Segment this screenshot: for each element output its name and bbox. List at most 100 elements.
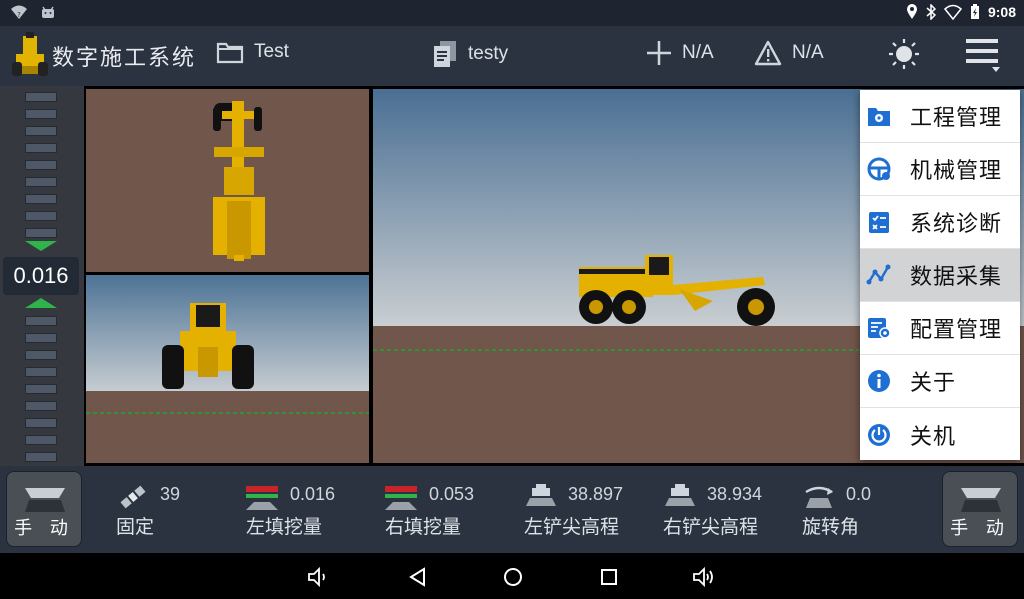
data-points-icon: [866, 264, 891, 285]
blade-tip-icon: [665, 484, 695, 506]
diagnosis-clipboard-icon: [869, 212, 889, 233]
android-icon: [42, 6, 54, 18]
menu-item-about[interactable]: 关于: [860, 355, 1020, 408]
menu-item-configuration[interactable]: 配置管理: [860, 302, 1020, 355]
app-title: 数字施工系统: [52, 46, 197, 71]
brightness-icon[interactable]: [887, 37, 921, 71]
volume-down-icon[interactable]: [306, 565, 330, 589]
status-panel: 手 动 39 固定 0.016 左填挖量 0.053 右填挖量 38.897 左…: [0, 466, 1024, 553]
ladder-segment: [25, 228, 57, 238]
wifi-unknown-icon: ?: [11, 5, 27, 19]
blade-icon: [961, 488, 1001, 512]
folder-icon: [216, 42, 244, 64]
clock: 9:08: [987, 4, 1016, 20]
info-icon: [868, 370, 890, 392]
ladder-segment: [25, 452, 57, 462]
rotation-value: 0.0: [846, 484, 872, 504]
grader-front-view: [86, 275, 369, 463]
ladder-segment: [25, 435, 57, 445]
menu-icon[interactable]: [964, 35, 1004, 75]
right-blade-elevation-stat: 38.934 右铲尖高程: [663, 482, 793, 542]
satellite-status-label: 固定: [116, 516, 155, 538]
precision-value: N/A: [682, 42, 714, 63]
menu-item-machine-management[interactable]: 机械管理: [860, 143, 1020, 196]
menu-item-shutdown[interactable]: 关机: [860, 408, 1020, 461]
menu-item-label: 配置管理: [910, 318, 1003, 343]
menu-item-system-diagnosis[interactable]: 系统诊断: [860, 196, 1020, 249]
rotation-stat: 0.0 旋转角: [802, 482, 932, 542]
ladder-segment: [25, 211, 57, 221]
ladder-segment: [25, 92, 57, 102]
app-header: 数字施工系统 Test testy N/A N/A: [0, 26, 1024, 86]
menu-item-data-collection[interactable]: 数据采集: [860, 249, 1020, 302]
ladder-segment: [25, 126, 57, 136]
ladder-segment: [25, 194, 57, 204]
top-view-panel[interactable]: [86, 89, 369, 272]
ladder-segment: [25, 177, 57, 187]
warning-indicator: N/A: [754, 40, 824, 66]
right-blade-elevation-label: 右铲尖高程: [663, 516, 759, 538]
grader-top-view: [213, 101, 265, 261]
rotation-label: 旋转角: [802, 516, 860, 538]
ladder-segment: [25, 350, 57, 360]
location-icon: [906, 4, 917, 19]
file-selector[interactable]: testy: [432, 40, 508, 68]
right-cut-fill-value: 0.053: [429, 484, 475, 504]
home-icon[interactable]: [501, 565, 525, 589]
right-cut-fill-label: 右填挖量: [385, 516, 462, 538]
ladder-segment: [25, 384, 57, 394]
wifi-icon: [943, 4, 962, 20]
svg-text:?: ?: [17, 11, 21, 19]
ladder-segment: [25, 367, 57, 377]
left-cut-fill-label: 左填挖量: [246, 516, 323, 538]
ladder-segment: [25, 418, 57, 428]
menu-item-label: 系统诊断: [910, 212, 1003, 237]
right-mode-button[interactable]: 手 动: [942, 471, 1018, 547]
satellite-icon: [120, 485, 146, 509]
right-mode-label: 手 动: [950, 518, 1010, 539]
battery-charging-icon: [970, 4, 979, 19]
menu-item-label: 机械管理: [910, 159, 1003, 184]
project-name: Test: [254, 41, 289, 62]
recents-icon[interactable]: [597, 565, 621, 589]
status-bar: ? 9:08: [0, 0, 1024, 26]
ladder-segment: [25, 160, 57, 170]
document-icon: [434, 41, 456, 67]
warning-value: N/A: [792, 42, 824, 63]
ladder-segment: [25, 333, 57, 343]
cut-fill-icon: [385, 486, 417, 510]
ladder-down-indicator: [25, 241, 57, 251]
left-blade-elevation-stat: 38.897 左铲尖高程: [524, 482, 654, 542]
front-view-panel[interactable]: [86, 275, 369, 463]
crosshair-icon: [647, 41, 671, 65]
project-selector[interactable]: Test: [216, 40, 289, 64]
menu-item-project-management[interactable]: 工程管理: [860, 90, 1020, 143]
steering-wheel-icon: [867, 157, 891, 181]
blade-tip-icon: [526, 484, 556, 506]
menu-item-label: 关于: [910, 371, 957, 396]
project-folder-icon: [868, 108, 890, 126]
right-cut-fill-stat: 0.053 右填挖量: [385, 482, 515, 542]
elevation-ladder: 0.016: [0, 86, 84, 466]
power-icon: [868, 423, 890, 446]
left-mode-button[interactable]: 手 动: [6, 471, 82, 547]
right-blade-elevation-value: 38.934: [707, 484, 763, 504]
ladder-segment: [25, 143, 57, 153]
precision-indicator: N/A: [646, 40, 714, 66]
ladder-value: 0.016: [3, 257, 79, 295]
file-name: testy: [468, 43, 509, 64]
volume-up-icon[interactable]: [692, 565, 716, 589]
back-icon[interactable]: [406, 565, 430, 589]
menu-item-label: 数据采集: [910, 265, 1003, 290]
left-cut-fill-stat: 0.016 左填挖量: [246, 482, 376, 542]
left-cut-fill-value: 0.016: [290, 484, 336, 504]
satellite-stat: 39 固定: [116, 482, 246, 542]
system-nav-bar: [0, 553, 1024, 599]
left-mode-label: 手 动: [14, 518, 74, 539]
menu-item-label: 工程管理: [910, 106, 1003, 131]
ladder-segment: [25, 316, 57, 326]
blade-icon: [25, 488, 65, 512]
bluetooth-icon: [926, 4, 936, 20]
left-blade-elevation-value: 38.897: [568, 484, 624, 504]
menu-item-label: 关机: [910, 424, 957, 450]
